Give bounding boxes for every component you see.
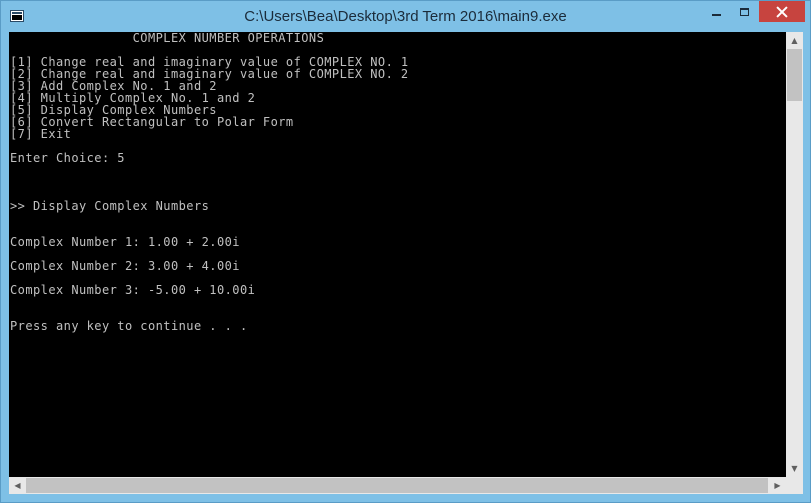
console-line: [7] Exit xyxy=(10,127,72,141)
console-line: COMPLEX NUMBER OPERATIONS xyxy=(10,32,325,45)
console-line: Complex Number 2: 3.00 + 4.00i xyxy=(10,259,240,273)
console-line: Complex Number 3: -5.00 + 10.00i xyxy=(10,283,256,297)
scroll-left-arrow-icon[interactable]: ◀ xyxy=(9,477,26,494)
console-line: Complex Number 1: 1.00 + 2.00i xyxy=(10,235,240,249)
close-icon xyxy=(776,6,788,18)
maximize-icon xyxy=(739,7,749,16)
minimize-button[interactable] xyxy=(702,1,730,22)
minimize-icon xyxy=(711,13,721,16)
horizontal-scroll-thumb[interactable] xyxy=(26,478,768,493)
close-button[interactable] xyxy=(759,1,805,22)
scroll-right-arrow-icon[interactable]: ▶ xyxy=(769,477,786,494)
vertical-scroll-thumb[interactable] xyxy=(787,49,802,101)
scroll-down-arrow-icon[interactable]: ▼ xyxy=(786,460,803,477)
title-bar[interactable]: C:\Users\Bea\Desktop\3rd Term 2016\main9… xyxy=(1,1,810,32)
window-title: C:\Users\Bea\Desktop\3rd Term 2016\main9… xyxy=(244,8,567,25)
horizontal-scrollbar[interactable]: ◀ ▶ xyxy=(9,477,786,494)
console-line: Press any key to continue . . . xyxy=(10,319,248,333)
console-line: Enter Choice: 5 xyxy=(10,151,125,165)
scrollbar-corner xyxy=(786,477,803,494)
console-window: C:\Users\Bea\Desktop\3rd Term 2016\main9… xyxy=(0,0,811,503)
vertical-scrollbar[interactable]: ▲ ▼ xyxy=(786,32,803,477)
console-app-icon[interactable] xyxy=(10,10,24,22)
console-output[interactable]: COMPLEX NUMBER OPERATIONS [1] Change rea… xyxy=(9,32,786,477)
console-line: >> Display Complex Numbers xyxy=(10,199,210,213)
maximize-button[interactable] xyxy=(730,1,758,22)
scroll-up-arrow-icon[interactable]: ▲ xyxy=(786,32,803,49)
